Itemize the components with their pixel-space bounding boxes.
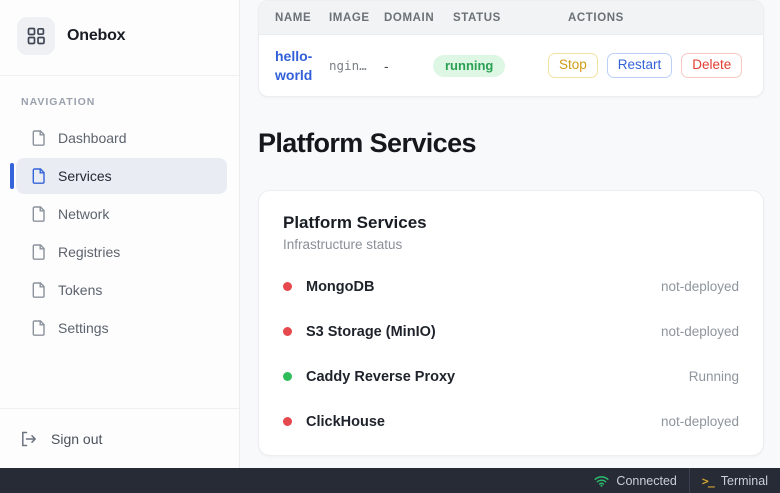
- sidebar-item-label: Network: [58, 206, 109, 222]
- sidebar-item-label: Dashboard: [58, 130, 127, 146]
- wifi-icon: [594, 475, 609, 487]
- sidebar-item-tokens[interactable]: Tokens: [16, 272, 227, 308]
- sidebar-nav: Dashboard Services Network Registries: [0, 120, 239, 348]
- service-image: ngin…: [329, 58, 384, 73]
- sidebar-item-dashboard[interactable]: Dashboard: [16, 120, 227, 156]
- table-header-row: NAME IMAGE DOMAIN STATUS ACTIONS: [259, 1, 763, 35]
- infra-status: not-deployed: [661, 324, 739, 339]
- divider: [0, 75, 239, 76]
- list-item-s3-storage: S3 Storage (MinIO) not-deployed: [283, 309, 739, 354]
- brand-name: Onebox: [67, 27, 125, 45]
- sign-out-button[interactable]: Sign out: [0, 408, 239, 468]
- document-icon: [32, 130, 46, 146]
- sidebar-item-services[interactable]: Services: [16, 158, 227, 194]
- list-item-caddy: Caddy Reverse Proxy Running: [283, 354, 739, 399]
- sidebar-item-registries[interactable]: Registries: [16, 234, 227, 270]
- sidebar-item-label: Tokens: [58, 282, 102, 298]
- infra-name: Caddy Reverse Proxy: [306, 369, 455, 385]
- status-dot: [283, 327, 292, 336]
- infra-name: MongoDB: [306, 279, 374, 295]
- col-header-image: IMAGE: [329, 12, 384, 24]
- infra-name: S3 Storage (MinIO): [306, 324, 436, 340]
- brand[interactable]: Onebox: [0, 0, 239, 75]
- card-title: Platform Services: [283, 213, 739, 233]
- list-item-mongodb: MongoDB not-deployed: [283, 264, 739, 309]
- logout-icon: [20, 431, 37, 447]
- main-content: NAME IMAGE DOMAIN STATUS ACTIONS hello-w…: [240, 0, 780, 468]
- infra-name: ClickHouse: [306, 414, 385, 430]
- infra-status: Running: [689, 369, 739, 384]
- status-badge: running: [433, 55, 505, 77]
- terminal-button[interactable]: >_ Terminal: [689, 468, 780, 493]
- col-header-name: NAME: [275, 12, 329, 24]
- service-actions: Stop Restart Delete: [548, 53, 747, 79]
- active-indicator: [10, 163, 14, 189]
- document-icon: [32, 320, 46, 336]
- sidebar-item-network[interactable]: Network: [16, 196, 227, 232]
- restart-button[interactable]: Restart: [607, 53, 673, 79]
- col-header-actions: ACTIONS: [568, 12, 747, 24]
- table-row: hello-world ngin… - running Stop Restart…: [259, 35, 763, 96]
- document-icon: [32, 244, 46, 260]
- document-icon: [32, 168, 46, 184]
- service-name-link[interactable]: hello-world: [275, 47, 329, 85]
- list-item-clickhouse: ClickHouse not-deployed: [283, 399, 739, 444]
- terminal-icon: >_: [702, 474, 714, 488]
- sidebar-item-label: Settings: [58, 320, 109, 336]
- infra-status: not-deployed: [661, 414, 739, 429]
- services-table-card: NAME IMAGE DOMAIN STATUS ACTIONS hello-w…: [258, 0, 764, 97]
- nav-section-label: NAVIGATION: [21, 96, 239, 108]
- terminal-label: Terminal: [721, 474, 768, 488]
- col-header-status: STATUS: [453, 12, 568, 24]
- onebox-logo: [17, 17, 55, 55]
- connection-label: Connected: [616, 474, 676, 488]
- grid-icon: [26, 26, 46, 46]
- document-icon: [32, 282, 46, 298]
- status-dot: [283, 417, 292, 426]
- platform-services-card: Platform Services Infrastructure status …: [258, 190, 764, 456]
- page-title: Platform Services: [258, 128, 764, 159]
- infra-status: not-deployed: [661, 279, 739, 294]
- status-bar: Connected >_ Terminal: [0, 468, 780, 493]
- delete-button[interactable]: Delete: [681, 53, 742, 79]
- card-subtitle: Infrastructure status: [283, 237, 739, 252]
- sidebar-item-label: Registries: [58, 244, 120, 260]
- sign-out-label: Sign out: [51, 431, 102, 447]
- sidebar-item-settings[interactable]: Settings: [16, 310, 227, 346]
- sidebar-item-label: Services: [58, 168, 112, 184]
- status-dot: [283, 282, 292, 291]
- connection-status: Connected: [582, 468, 688, 493]
- stop-button[interactable]: Stop: [548, 53, 598, 79]
- app-window: Onebox NAVIGATION Dashboard Services: [0, 0, 780, 468]
- infrastructure-list: MongoDB not-deployed S3 Storage (MinIO) …: [283, 264, 739, 444]
- col-header-domain: DOMAIN: [384, 12, 453, 24]
- document-icon: [32, 206, 46, 222]
- sidebar: Onebox NAVIGATION Dashboard Services: [0, 0, 240, 468]
- status-dot: [283, 372, 292, 381]
